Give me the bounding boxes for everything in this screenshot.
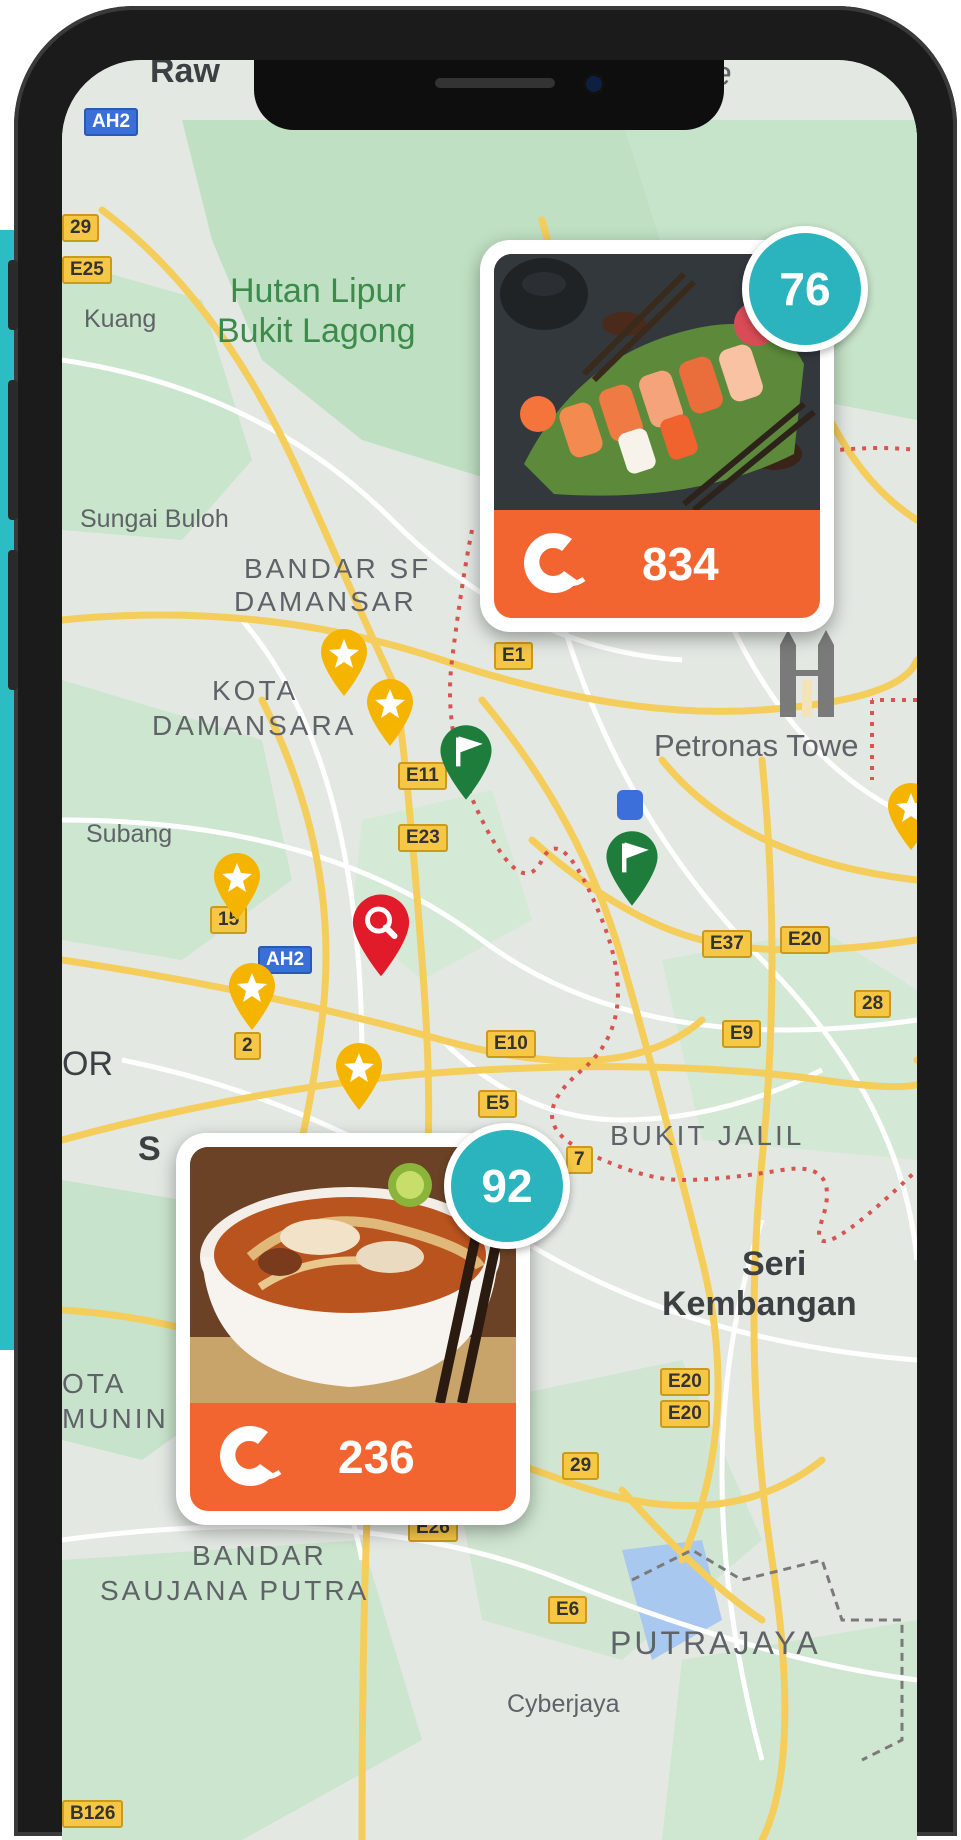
road-shield-ah2-top: AH2 xyxy=(84,108,139,136)
place-label-kota-kemuning-1: OTA xyxy=(62,1368,127,1399)
place-label-seri: Seri xyxy=(742,1245,807,1283)
road-shield-28: 28 xyxy=(854,990,892,1018)
phone-notch xyxy=(254,60,724,130)
road-shield-e20-b: E20 xyxy=(660,1368,710,1396)
place-label-kota-damansara-1: KOTA xyxy=(212,675,299,706)
map-pin-flag-icon[interactable] xyxy=(602,830,662,908)
map-pin-star-icon[interactable] xyxy=(363,678,417,748)
road-shield-e20-c: E20 xyxy=(660,1400,710,1428)
card-footer-laksa: 236 xyxy=(190,1403,516,1511)
road-shield-e20-a: E20 xyxy=(780,926,830,954)
map-pin-star-icon[interactable] xyxy=(210,852,264,922)
place-label-or: OR xyxy=(62,1045,113,1083)
road-shield-29: 29 xyxy=(62,214,100,242)
train-station-icon xyxy=(617,790,643,820)
road-shield-e25: E25 xyxy=(62,256,112,284)
card-count-laksa: 236 xyxy=(338,1431,415,1483)
road-shield-b126: B126 xyxy=(62,1800,124,1828)
road-shield-2: 2 xyxy=(234,1032,261,1060)
place-label-kembangan: Kembangan xyxy=(662,1285,857,1323)
road-shield-e10: E10 xyxy=(486,1030,536,1058)
map-pin-star-icon[interactable] xyxy=(225,962,279,1032)
road-shield-e6: E6 xyxy=(548,1596,588,1624)
road-shield-e37: E37 xyxy=(702,930,752,958)
road-shield-29-b: 29 xyxy=(562,1452,600,1480)
map-pin-star-icon[interactable] xyxy=(332,1042,386,1112)
card-footer-sushi: 834 xyxy=(494,510,820,618)
road-shield-e1: E1 xyxy=(494,642,534,670)
rating-badge-sushi: 76 xyxy=(742,226,868,352)
place-label-putrajaya: PUTRAJAYA xyxy=(610,1625,821,1661)
road-shield-7: 7 xyxy=(566,1146,593,1174)
place-label-kota-kemuning-2: MUNIN xyxy=(62,1403,169,1434)
phone-speaker xyxy=(435,78,555,88)
road-shield-e9: E9 xyxy=(722,1020,762,1048)
map-pin-flag-icon[interactable] xyxy=(436,724,496,802)
restaurant-card-laksa[interactable]: 236 92 xyxy=(176,1123,570,1525)
brand-logo-icon xyxy=(220,1426,282,1486)
place-label-hutan-lipur: Hutan Lipur xyxy=(230,272,406,310)
map-pin-search-location-icon[interactable] xyxy=(348,892,414,980)
place-label-bukit-jalil: BUKIT JALIL xyxy=(610,1120,805,1151)
place-label-kuang: Kuang xyxy=(84,305,157,333)
place-label-bukit-lagong: Bukit Lagong xyxy=(217,312,416,350)
phone-volume-down xyxy=(8,550,18,690)
restaurant-card-sushi[interactable]: 834 76 xyxy=(480,226,868,632)
phone-volume-up xyxy=(8,380,18,520)
place-label-bandar-sri-2: DAMANSAR xyxy=(234,586,417,617)
phone-side-button xyxy=(8,260,18,330)
road-shield-e5: E5 xyxy=(478,1090,518,1118)
place-label-petronas: Petronas Towe xyxy=(654,728,859,763)
place-label-sungai-buloh: Sungai Buloh xyxy=(80,505,229,533)
place-label-bandar-sri-1: BANDAR SF xyxy=(244,553,432,584)
place-label-rawang: Raw xyxy=(150,60,220,90)
place-label-s: S xyxy=(138,1130,161,1168)
road-shield-e23: E23 xyxy=(398,824,448,852)
phone-camera xyxy=(586,76,602,92)
place-label-bandar-saujana-2: SAUJANA PUTRA xyxy=(100,1575,370,1606)
place-label-cyberjaya: Cyberjaya xyxy=(507,1690,620,1718)
place-label-bandar-saujana-1: BANDAR xyxy=(192,1540,327,1571)
map-pin-star-icon[interactable] xyxy=(884,782,917,852)
rating-badge-laksa: 92 xyxy=(444,1123,570,1249)
brand-logo-icon xyxy=(524,533,586,593)
place-label-kota-damansara-2: DAMANSARA xyxy=(152,710,357,741)
place-label-subang: Subang xyxy=(86,820,173,848)
landmark-towers-icon xyxy=(780,630,834,717)
card-count-sushi: 834 xyxy=(642,538,719,590)
